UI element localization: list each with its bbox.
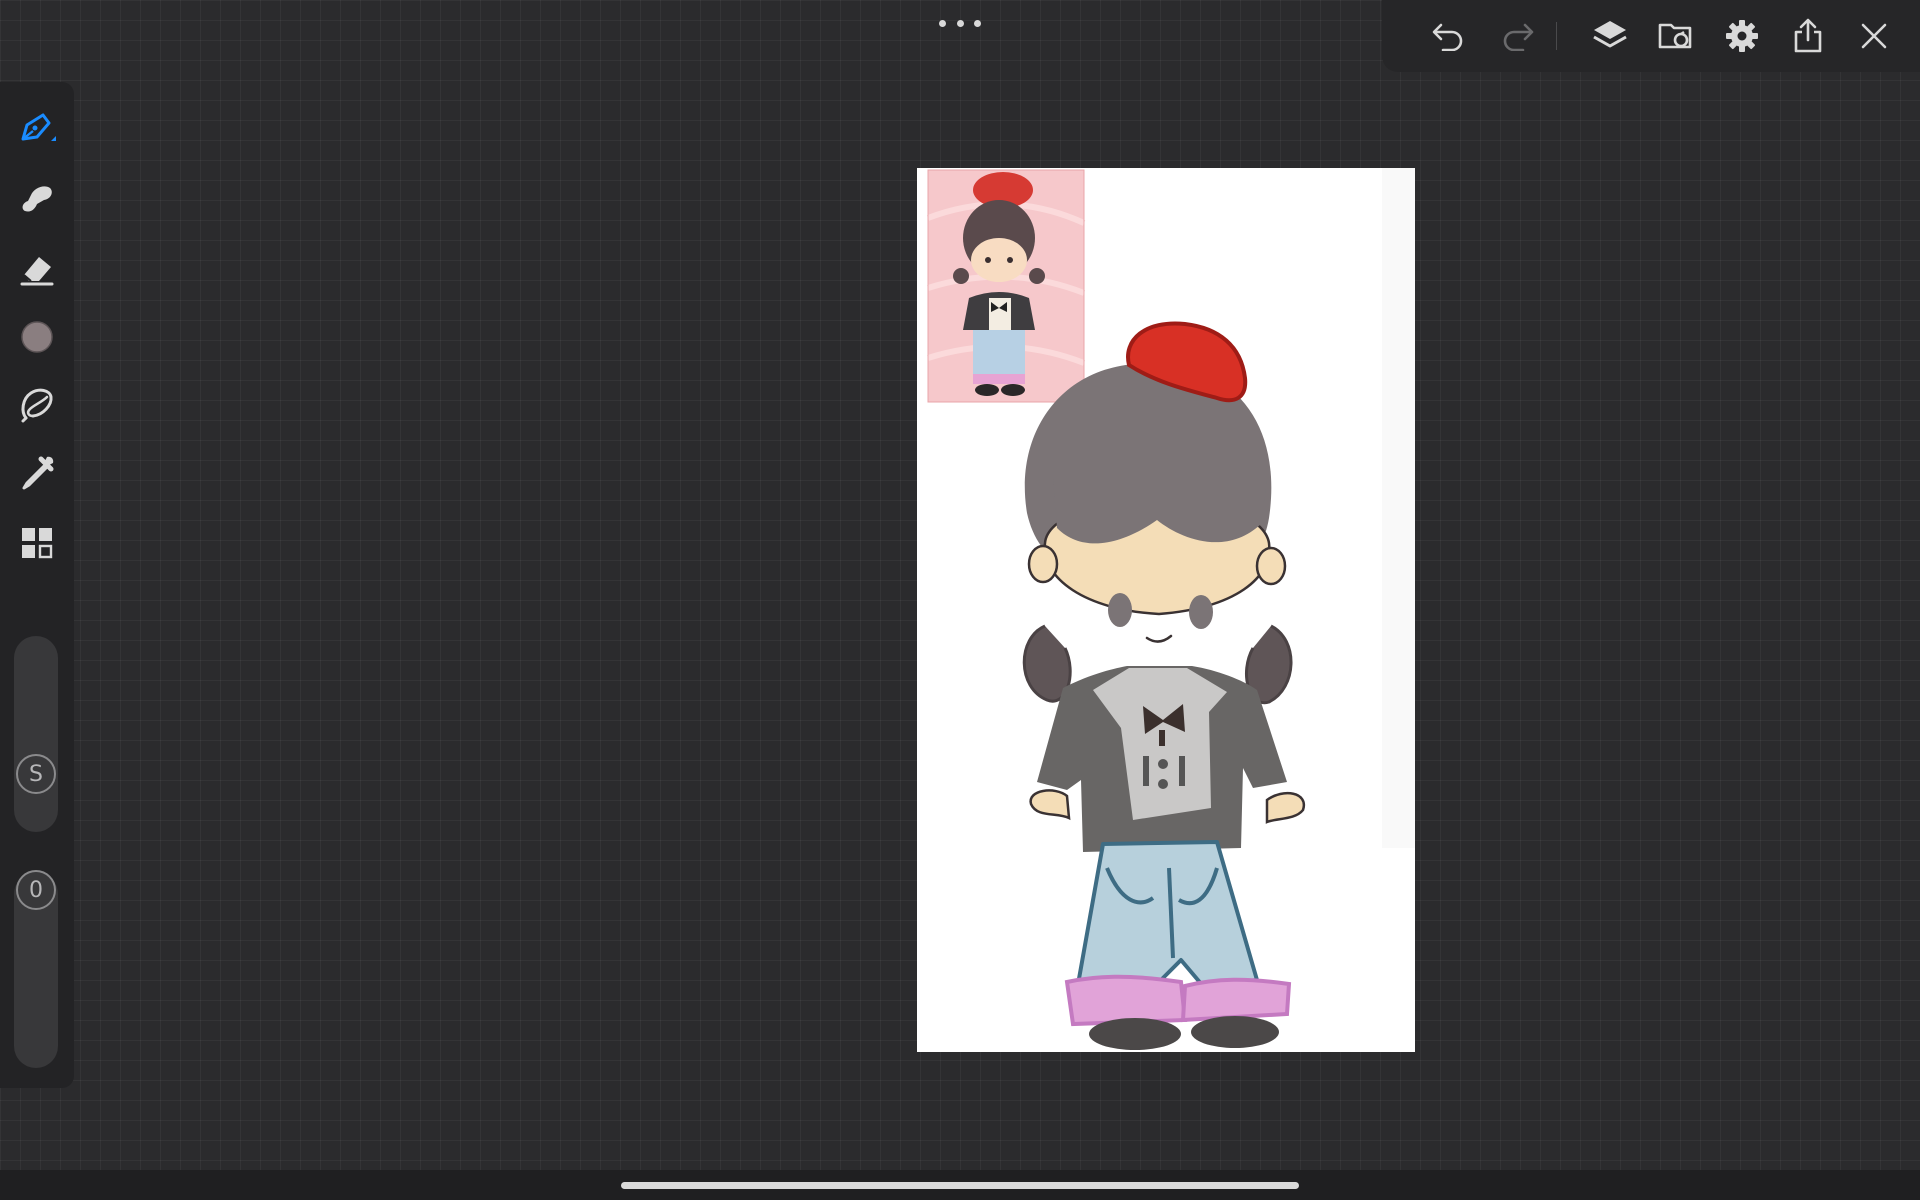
eraser-tool-button[interactable]	[12, 244, 62, 294]
grid-icon	[19, 525, 55, 561]
home-indicator[interactable]	[621, 1182, 1299, 1189]
toolbar-divider	[1556, 22, 1557, 50]
redo-icon	[1501, 21, 1535, 51]
brush-size-slider[interactable]	[14, 636, 58, 832]
pen-icon	[17, 109, 57, 149]
redo-button[interactable]	[1496, 14, 1540, 58]
character-drawing	[1022, 321, 1306, 1050]
gallery-button[interactable]	[1654, 14, 1698, 58]
dot	[956, 19, 964, 27]
undo-icon	[1431, 21, 1465, 51]
lasso-tool-button[interactable]	[12, 380, 62, 430]
smudge-icon	[17, 179, 57, 219]
gear-icon	[1725, 19, 1759, 53]
close-icon	[1859, 21, 1889, 51]
draw-tool-button[interactable]	[12, 104, 62, 154]
dot	[974, 19, 981, 27]
color-swatch-icon	[19, 319, 55, 355]
close-button[interactable]	[1852, 14, 1896, 58]
drawing-canvas[interactable]	[917, 168, 1415, 1052]
brush-opacity-thumb[interactable]: 0	[16, 870, 56, 910]
color-picker-button[interactable]	[12, 312, 62, 362]
settings-button[interactable]	[1720, 14, 1764, 58]
folder-sync-icon	[1657, 19, 1695, 53]
undo-button[interactable]	[1426, 14, 1470, 58]
layers-button[interactable]	[1588, 14, 1632, 58]
share-icon	[1791, 18, 1825, 54]
dot	[939, 19, 946, 27]
reference-image	[926, 169, 1086, 403]
more-options-button[interactable]	[939, 16, 981, 30]
tool-sidebar: S 0	[0, 82, 74, 1088]
share-button[interactable]	[1786, 14, 1830, 58]
eyedropper-icon	[17, 453, 57, 493]
top-toolbar	[1382, 0, 1920, 72]
brush-size-thumb[interactable]: S	[16, 754, 56, 794]
lasso-icon	[17, 385, 57, 425]
quick-menu-button[interactable]	[12, 518, 62, 568]
canvas-edge-strip	[1382, 168, 1415, 848]
eyedropper-tool-button[interactable]	[12, 448, 62, 498]
layers-icon	[1591, 18, 1629, 54]
eraser-icon	[17, 249, 57, 289]
smudge-tool-button[interactable]	[12, 174, 62, 224]
